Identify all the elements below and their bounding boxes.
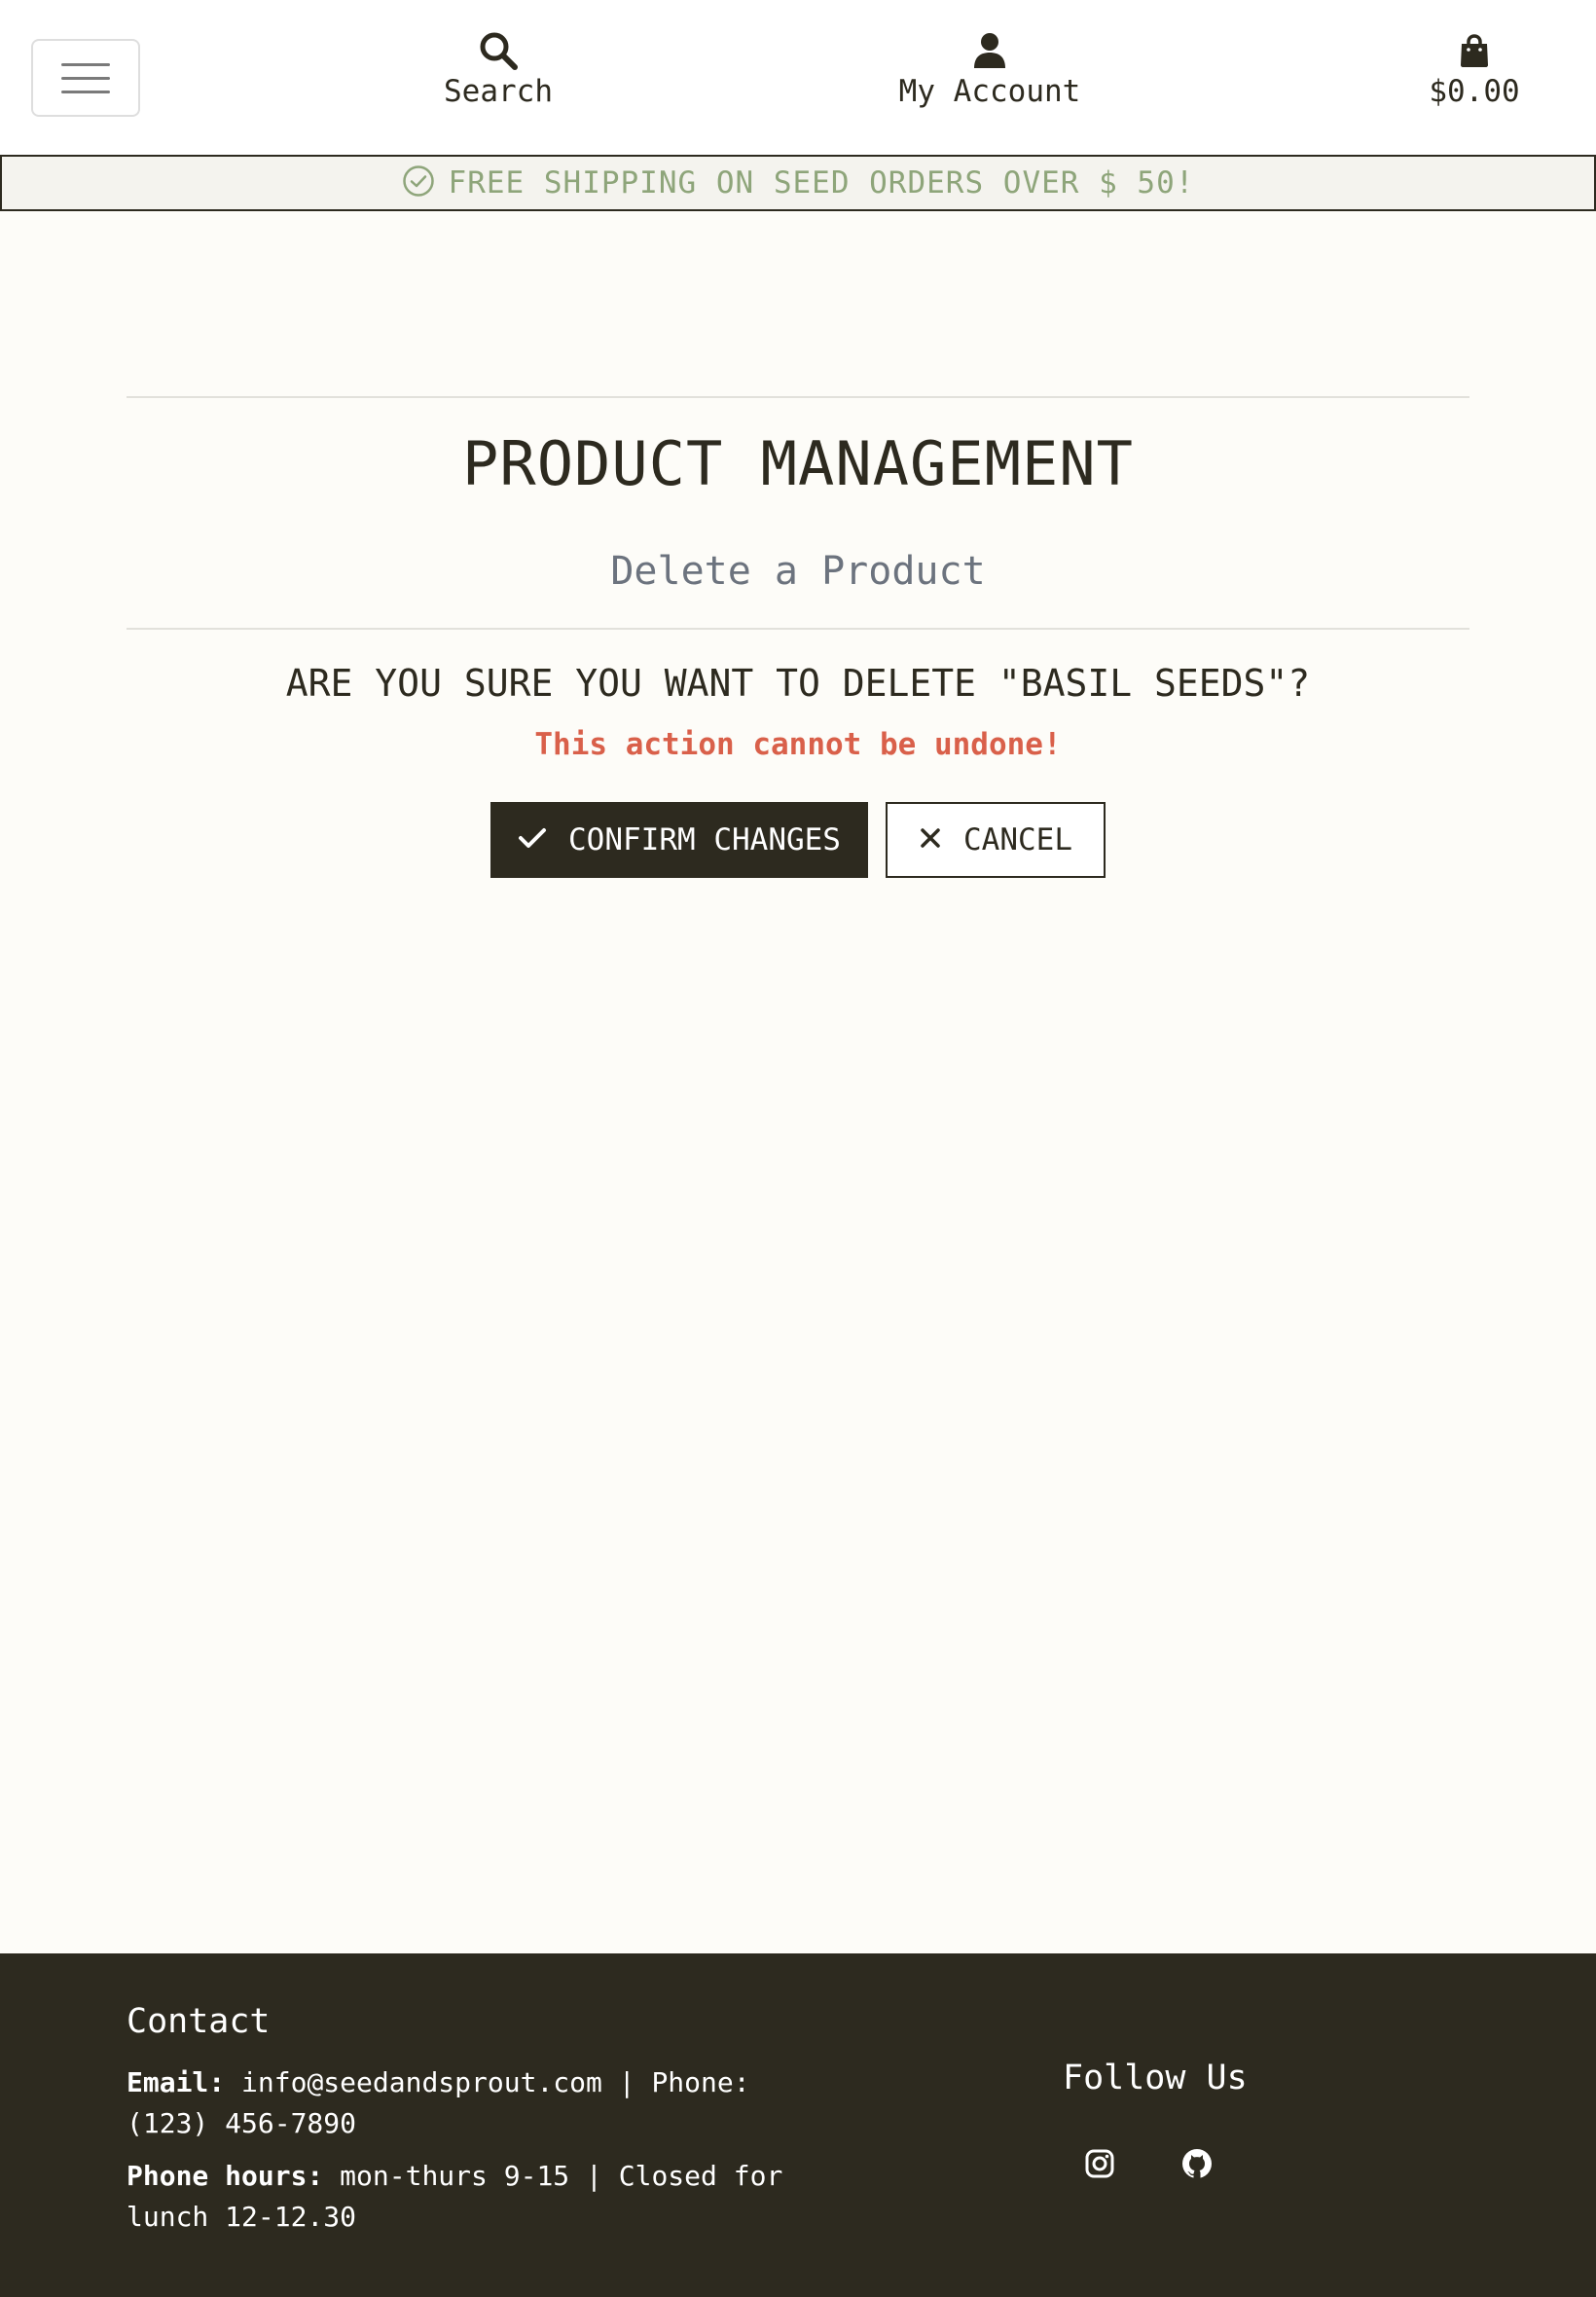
nav-search-label: Search [444, 74, 553, 109]
site-footer: Contact Email: info@seedandsprout.com | … [0, 1953, 1596, 2297]
search-icon [478, 29, 519, 72]
page-title: PRODUCT MANAGEMENT [462, 428, 1134, 499]
menu-toggle-button[interactable] [31, 39, 140, 117]
hamburger-icon-bar [61, 76, 110, 80]
close-icon [919, 822, 942, 857]
github-link[interactable] [1170, 2138, 1224, 2193]
email-label: Email: [127, 2066, 226, 2098]
site-header: Search My Account $0.00 [0, 0, 1596, 155]
phone-hours-label: Phone hours: [127, 2160, 324, 2192]
contact-email-phone: Email: info@seedandsprout.com | Phone: (… [127, 2062, 788, 2144]
cancel-button[interactable]: CANCEL [886, 802, 1106, 878]
check-icon [518, 822, 547, 857]
free-shipping-banner: FREE SHIPPING ON SEED ORDERS OVER $ 50! [0, 155, 1596, 211]
delete-warning-text: This action cannot be undone! [534, 727, 1062, 762]
instagram-icon [1084, 2148, 1115, 2183]
divider-bottom [127, 628, 1469, 630]
cancel-label: CANCEL [963, 822, 1072, 857]
banner-text: FREE SHIPPING ON SEED ORDERS OVER $ 50! [448, 165, 1195, 201]
nav-search-link[interactable]: Search [444, 29, 553, 109]
nav-account-link[interactable]: My Account [888, 29, 1092, 109]
contact-phone-hours: Phone hours: mon-thurs 9-15 | Closed for… [127, 2156, 788, 2238]
user-icon [973, 29, 1006, 72]
follow-us-heading: Follow Us [1063, 2059, 1248, 2097]
contact-heading: Contact [127, 2002, 271, 2041]
confirm-changes-button[interactable]: CONFIRM CHANGES [490, 802, 868, 878]
github-icon [1180, 2147, 1214, 2184]
check-circle-icon [402, 164, 435, 201]
hamburger-icon [61, 62, 110, 66]
instagram-link[interactable] [1072, 2138, 1127, 2193]
nav-account-label: My Account [898, 74, 1081, 109]
page-subtitle: Delete a Product [610, 549, 986, 594]
delete-confirmation-question: ARE YOU SURE YOU WANT TO DELETE "BASIL S… [285, 662, 1311, 705]
shopping-bag-icon [1459, 29, 1490, 72]
nav-cart-link[interactable]: $0.00 [1407, 29, 1542, 109]
cart-total: $0.00 [1429, 74, 1520, 109]
confirm-changes-label: CONFIRM CHANGES [568, 822, 841, 857]
divider-top [127, 396, 1469, 398]
hamburger-icon-bar [61, 90, 110, 93]
